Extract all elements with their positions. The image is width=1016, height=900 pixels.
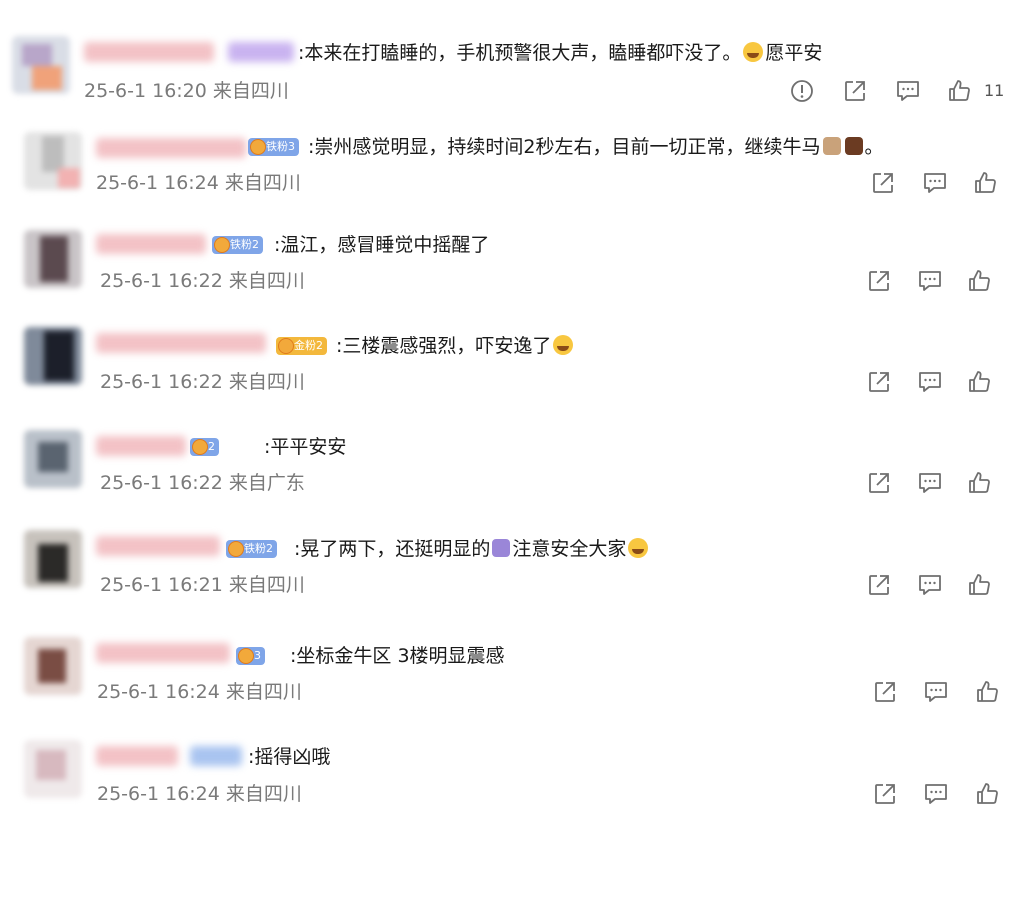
user-tag xyxy=(228,42,294,62)
comment-icon[interactable] xyxy=(917,369,943,395)
comment-text: :坐标金牛区 3楼明显震感 xyxy=(290,645,505,667)
crown-icon xyxy=(192,439,208,455)
crown-icon xyxy=(214,237,230,253)
comment-time: 25-6-1 16:22 来自四川 xyxy=(100,270,305,292)
comment-item: 铁粉2 :晃了两下，还挺明显的 注意安全大家 25-6-1 16:21 来自四川 xyxy=(0,528,1016,628)
username[interactable] xyxy=(96,138,246,158)
comment-time: 25-6-1 16:24 来自四川 xyxy=(96,172,301,194)
share-icon[interactable] xyxy=(866,369,892,395)
thumbs-up-icon[interactable] xyxy=(947,78,973,104)
comment-list: :本来在打瞌睡的，手机预警很大声，瞌睡都吓没了。 愿平安 25-6-1 16:20… xyxy=(0,0,1016,900)
avatar[interactable] xyxy=(24,327,82,385)
comment-item: 铁粉2 :温江，感冒睡觉中摇醒了 25-6-1 16:22 来自四川 xyxy=(0,228,1016,328)
comment-text: :晃了两下，还挺明显的 注意安全大家 xyxy=(294,536,650,562)
comment-icon[interactable] xyxy=(895,78,921,104)
fan-badge: 3 xyxy=(236,647,265,665)
avatar[interactable] xyxy=(24,530,82,588)
crown-icon xyxy=(250,139,266,155)
fan-badge: 铁粉3 xyxy=(248,138,299,156)
comment-text: :温江，感冒睡觉中摇醒了 xyxy=(274,234,490,256)
thumbs-up-icon[interactable] xyxy=(967,268,993,294)
thumbs-up-icon[interactable] xyxy=(975,679,1001,705)
avatar[interactable] xyxy=(24,740,82,798)
share-icon[interactable] xyxy=(872,679,898,705)
comment-icon[interactable] xyxy=(917,470,943,496)
comment-text: :三楼震感强烈，吓安逸了 xyxy=(336,333,575,359)
comment-text: :本来在打瞌睡的，手机预警很大声，瞌睡都吓没了。 愿平安 xyxy=(298,42,823,64)
exclamation-circle-icon[interactable] xyxy=(789,78,815,104)
comment-time: 25-6-1 16:24 来自四川 xyxy=(97,783,302,805)
comment-item: 3 :坐标金牛区 3楼明显震感 25-6-1 16:24 来自四川 xyxy=(0,635,1016,735)
username[interactable] xyxy=(96,436,186,456)
avatar[interactable] xyxy=(24,430,82,488)
share-icon[interactable] xyxy=(842,78,868,104)
crown-icon xyxy=(228,541,244,557)
crying-face-icon xyxy=(743,42,764,62)
fan-badge: 2 xyxy=(190,438,219,456)
comment-item: :摇得凶哦 25-6-1 16:24 来自四川 xyxy=(0,736,1016,836)
username[interactable] xyxy=(96,234,206,254)
fan-badge: 铁粉2 xyxy=(226,540,277,558)
comment-icon[interactable] xyxy=(922,170,948,196)
laughing-tears-icon xyxy=(553,335,574,355)
thumbs-up-icon[interactable] xyxy=(975,781,1001,807)
comment-icon[interactable] xyxy=(923,781,949,807)
comment-icon[interactable] xyxy=(917,572,943,598)
fan-badge: 铁粉2 xyxy=(212,236,263,254)
comment-item: 2 :平平安安 25-6-1 16:22 来自广东 xyxy=(0,428,1016,528)
horse-icon xyxy=(844,137,863,155)
share-icon[interactable] xyxy=(870,170,896,196)
share-icon[interactable] xyxy=(866,572,892,598)
avatar[interactable] xyxy=(24,132,82,190)
heart-face-icon xyxy=(628,538,649,558)
comment-text: :摇得凶哦 xyxy=(248,746,331,768)
thumbs-up-icon[interactable] xyxy=(967,572,993,598)
user-tag xyxy=(190,746,242,766)
comment-text: :平平安安 xyxy=(264,436,347,458)
comment-item: :本来在打瞌睡的，手机预警很大声，瞌睡都吓没了。 愿平安 25-6-1 16:20… xyxy=(0,30,1016,130)
share-icon[interactable] xyxy=(872,781,898,807)
username[interactable] xyxy=(96,536,220,556)
comment-icon[interactable] xyxy=(923,679,949,705)
username[interactable] xyxy=(96,643,230,663)
fan-badge: 金粉2 xyxy=(276,337,327,355)
crown-icon xyxy=(278,338,294,354)
share-icon[interactable] xyxy=(866,470,892,496)
praying-hands-icon xyxy=(492,539,511,557)
comment-time: 25-6-1 16:21 来自四川 xyxy=(100,574,305,596)
username[interactable] xyxy=(96,746,178,766)
comment-item: 金粉2 :三楼震感强烈，吓安逸了 25-6-1 16:22 来自四川 xyxy=(0,325,1016,425)
avatar[interactable] xyxy=(12,36,70,94)
like-count: 11 xyxy=(984,81,1005,100)
comment-time: 25-6-1 16:20 来自四川 xyxy=(84,80,289,102)
comment-icon[interactable] xyxy=(917,268,943,294)
thumbs-up-icon[interactable] xyxy=(967,369,993,395)
comment-item: 铁粉3 :崇州感觉明显，持续时间2秒左右，目前一切正常，继续牛马。 25-6-1… xyxy=(0,130,1016,230)
avatar[interactable] xyxy=(24,637,82,695)
cow-icon xyxy=(822,137,841,155)
comment-text: :崇州感觉明显，持续时间2秒左右，目前一切正常，继续牛马。 xyxy=(308,136,884,158)
username[interactable] xyxy=(96,333,266,353)
thumbs-up-icon[interactable] xyxy=(973,170,999,196)
crown-icon xyxy=(238,648,254,664)
thumbs-up-icon[interactable] xyxy=(967,470,993,496)
avatar[interactable] xyxy=(24,230,82,288)
comment-time: 25-6-1 16:24 来自四川 xyxy=(97,681,302,703)
share-icon[interactable] xyxy=(866,268,892,294)
comment-time: 25-6-1 16:22 来自广东 xyxy=(100,472,305,494)
username[interactable] xyxy=(84,42,214,62)
comment-time: 25-6-1 16:22 来自四川 xyxy=(100,371,305,393)
